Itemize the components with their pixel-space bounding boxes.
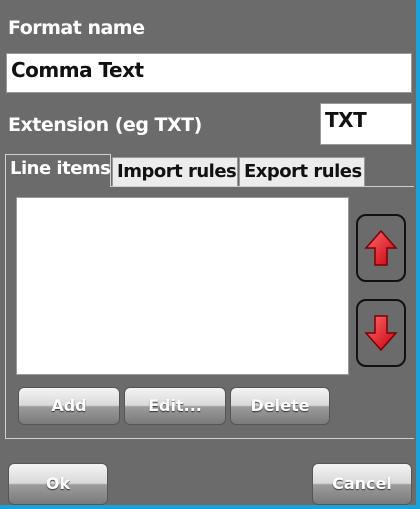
extension-label: Extension (eg TXT) [8,114,202,136]
tab-export-rules[interactable]: Export rules [239,157,365,187]
arrow-down-icon [364,315,398,352]
tab-line-items[interactable]: Line items [5,154,111,187]
extension-input[interactable]: TXT [320,103,412,145]
format-name-label: Format name [8,17,145,39]
line-items-list[interactable] [16,197,349,375]
edit-button[interactable]: Edit... [124,387,226,425]
arrow-up-icon [364,229,398,266]
tab-import-rules[interactable]: Import rules [112,157,238,187]
delete-button[interactable]: Delete [230,387,330,425]
add-button[interactable]: Add [18,387,120,425]
move-down-button[interactable] [356,299,406,367]
format-name-input[interactable]: Comma Text [6,53,412,93]
move-up-button[interactable] [356,214,406,282]
ok-button[interactable]: Ok [8,463,108,505]
cancel-button[interactable]: Cancel [312,463,412,505]
